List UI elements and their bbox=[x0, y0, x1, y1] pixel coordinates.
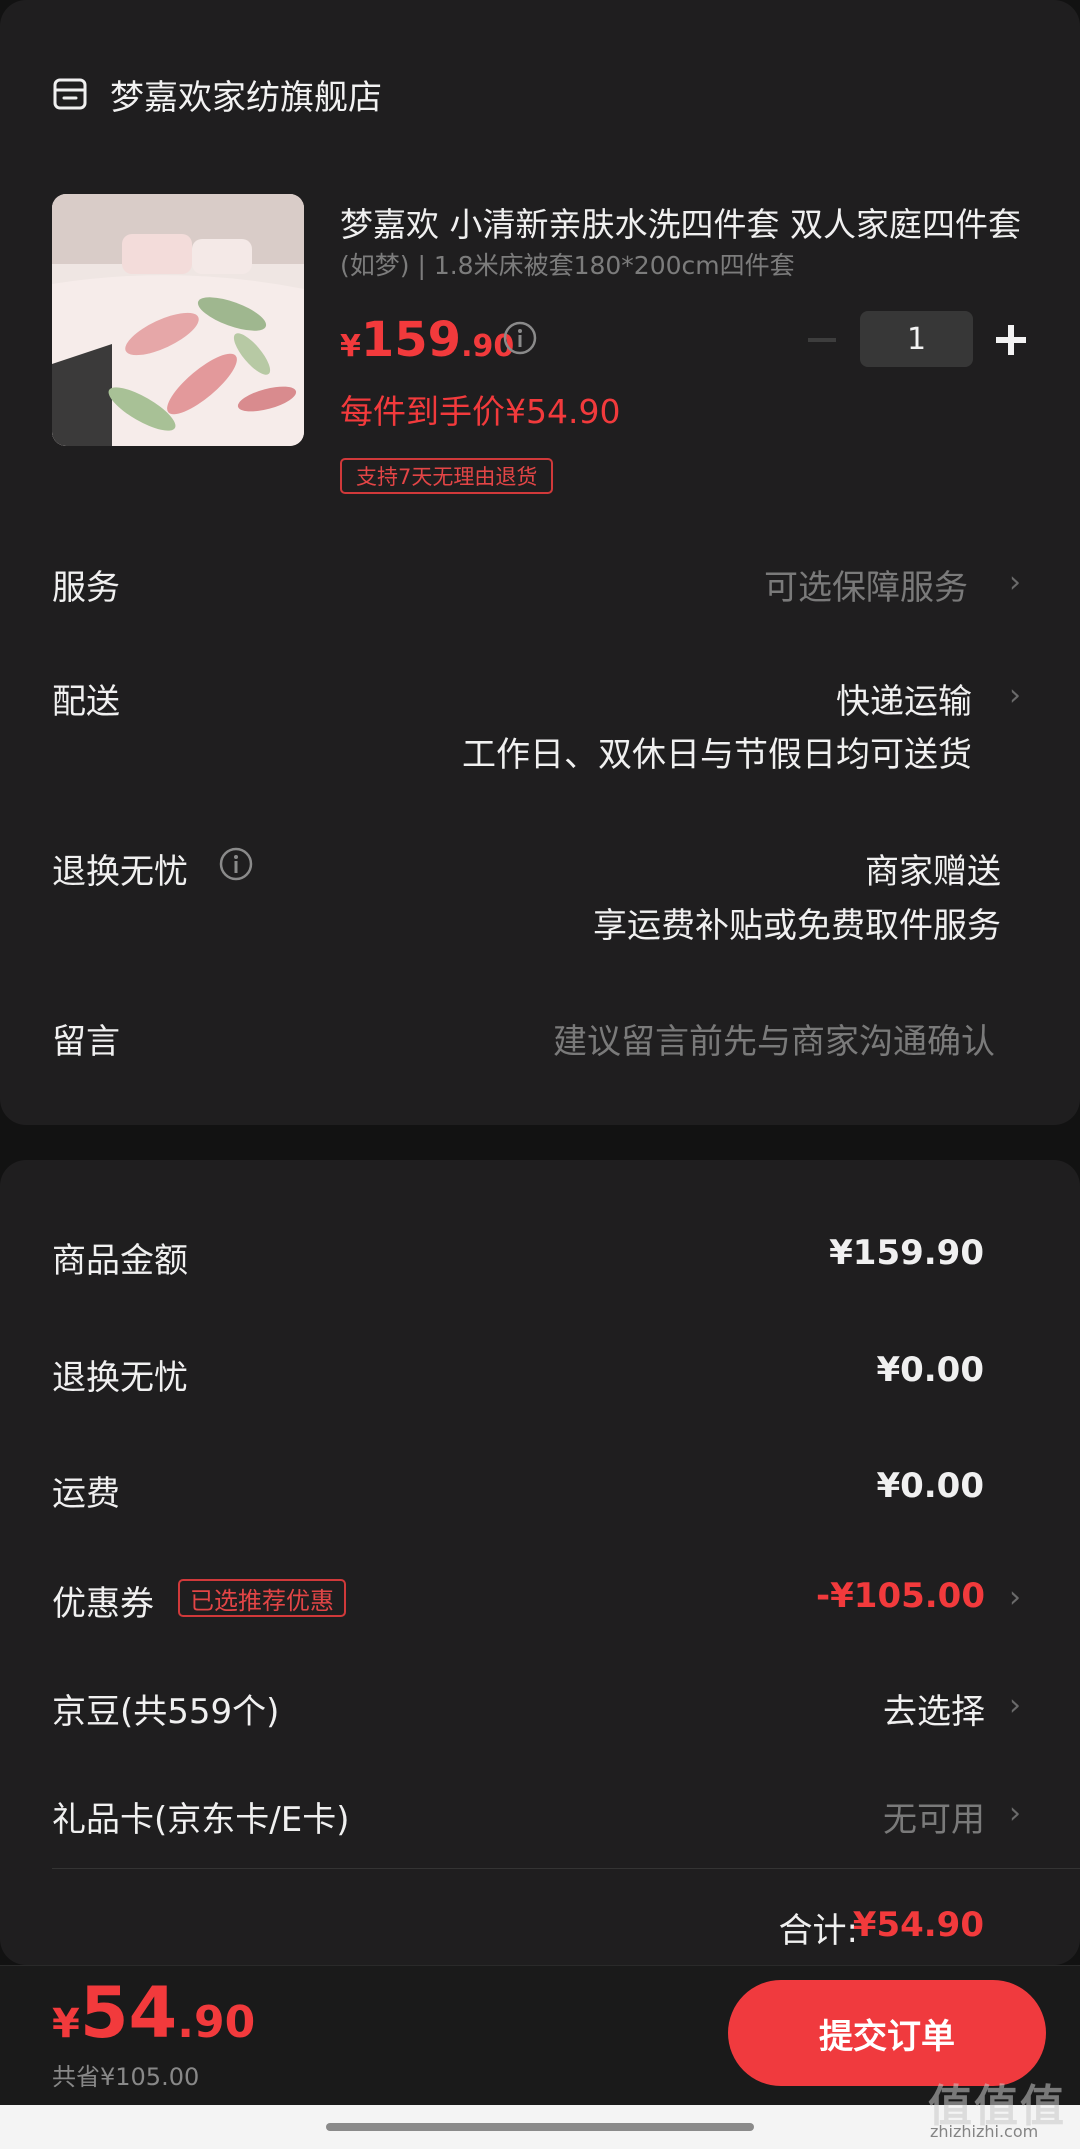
quantity-input[interactable]: 1 bbox=[860, 311, 973, 367]
quantity-decrease-button[interactable] bbox=[808, 338, 836, 342]
message-input[interactable]: 建议留言前先与商家沟通确认 bbox=[553, 1014, 995, 1063]
product-image[interactable] bbox=[52, 194, 304, 446]
chevron-right-icon[interactable]: › bbox=[1005, 678, 1025, 713]
chevron-right-icon[interactable]: › bbox=[1005, 565, 1025, 600]
unit-price: 每件到手价¥54.90 bbox=[340, 392, 621, 431]
total-value: ¥54.90 bbox=[852, 1905, 984, 1945]
coupon-label: 优惠券 bbox=[52, 1584, 154, 1624]
giftcard-label: 礼品卡(京东卡/E卡) bbox=[52, 1800, 350, 1840]
goods-amount-label: 商品金额 bbox=[52, 1241, 188, 1281]
delivery-sub: 工作日、双休日与节假日均可送货 bbox=[462, 735, 972, 775]
shipping-label: 运费 bbox=[52, 1474, 120, 1514]
jingdou-label: 京豆(共559个) bbox=[52, 1692, 280, 1732]
worry-free-value: 商家赠送 bbox=[865, 852, 1001, 892]
price-integer: 159 bbox=[360, 312, 462, 368]
total-label: 合计: bbox=[778, 1911, 858, 1951]
pay-currency: ¥ bbox=[52, 2001, 80, 2047]
quantity-increase-button[interactable] bbox=[996, 325, 1026, 355]
product-title[interactable]: 梦嘉欢 小清新亲肤水洗四件套 双人家庭四件套 bbox=[340, 198, 1030, 246]
pay-amount: ¥54.90 bbox=[52, 1972, 255, 2054]
coupon-value[interactable]: -¥105.00 bbox=[816, 1576, 985, 1616]
return-policy-tag: 支持7天无理由退货 bbox=[340, 458, 554, 494]
saved-amount: 共省¥105.00 bbox=[52, 2063, 200, 2091]
pay-integer: 54 bbox=[79, 1972, 178, 2054]
chevron-right-icon[interactable]: › bbox=[1005, 1688, 1025, 1723]
jingdou-value[interactable]: 去选择 bbox=[883, 1684, 985, 1733]
worry-free-label: 退换无忧 bbox=[52, 852, 188, 892]
worry-free-info-icon[interactable] bbox=[218, 846, 254, 882]
chevron-right-icon[interactable]: › bbox=[1005, 1796, 1025, 1831]
service-value[interactable]: 可选保障服务 bbox=[764, 560, 968, 609]
service-label: 服务 bbox=[52, 568, 120, 608]
summary-divider bbox=[52, 1868, 1080, 1869]
product-price: ¥159.90 bbox=[340, 312, 514, 368]
worry-free-fee-label: 退换无忧 bbox=[52, 1358, 188, 1398]
price-currency: ¥ bbox=[340, 329, 361, 364]
store-header[interactable]: 梦嘉欢家纺旗舰店 bbox=[52, 70, 382, 118]
worry-free-fee-value: ¥0.00 bbox=[876, 1350, 984, 1390]
product-spec[interactable]: (如梦) | 1.8米床被套180*200cm四件套 bbox=[340, 246, 795, 282]
giftcard-value[interactable]: 无可用 bbox=[883, 1792, 985, 1841]
price-info-icon[interactable] bbox=[502, 320, 538, 356]
shipping-value: ¥0.00 bbox=[876, 1466, 984, 1506]
coupon-tag: 已选推荐优惠 bbox=[178, 1579, 346, 1617]
watermark-url: zhizhizhi.com bbox=[930, 2122, 1039, 2141]
store-name: 梦嘉欢家纺旗舰店 bbox=[110, 77, 382, 118]
worry-free-sub: 享运费补贴或免费取件服务 bbox=[593, 906, 1001, 946]
home-indicator[interactable] bbox=[326, 2123, 754, 2131]
delivery-label: 配送 bbox=[52, 682, 120, 722]
pay-decimal: .90 bbox=[177, 1997, 256, 2048]
delivery-value[interactable]: 快递运输 bbox=[836, 674, 972, 723]
goods-amount-value: ¥159.90 bbox=[829, 1233, 984, 1273]
chevron-right-icon[interactable]: › bbox=[1005, 1580, 1025, 1615]
message-label: 留言 bbox=[52, 1022, 120, 1062]
store-icon bbox=[53, 78, 87, 110]
